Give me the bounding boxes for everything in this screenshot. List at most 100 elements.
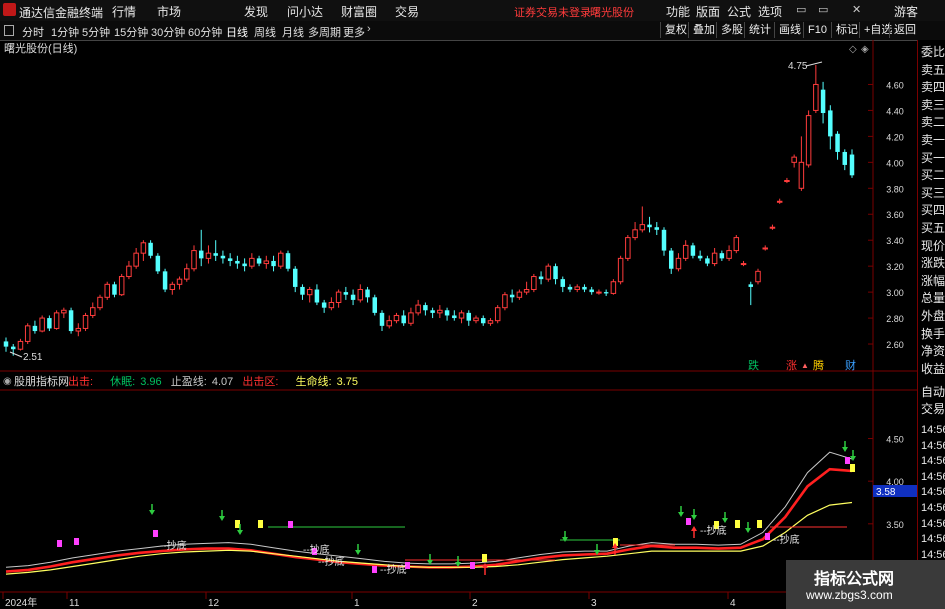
- candle-body-up: [798, 161, 805, 189]
- price-tick-label: 4.40: [886, 106, 904, 116]
- tab-30min[interactable]: 30分钟: [151, 24, 185, 40]
- low-price-arrow: [9, 351, 23, 358]
- side-field-2: 卖四: [921, 80, 945, 95]
- close-icon[interactable]: ✕: [852, 3, 861, 16]
- menu-item-xuanxiang[interactable]: 选项: [758, 3, 782, 20]
- watermark-title: 指标公式网: [814, 571, 895, 588]
- tab-more[interactable]: 更多: [343, 24, 365, 40]
- zoom-icon[interactable]: ◈: [861, 44, 869, 55]
- signal-block-yellow: [258, 520, 263, 528]
- tab-weekly[interactable]: 周线: [254, 24, 276, 40]
- candle-body-up: [306, 289, 313, 296]
- candle-body-up: [126, 265, 132, 278]
- tag-die: 跌: [748, 358, 759, 372]
- candle-body-down: [242, 263, 247, 267]
- sell-arrow-head: [237, 530, 243, 535]
- candle-body-up: [762, 247, 768, 250]
- menu-item-hangqing[interactable]: 行情: [112, 3, 136, 20]
- menu-item-banmian[interactable]: 版面: [696, 3, 720, 20]
- menu-item-caifuquan[interactable]: 财富圈: [341, 3, 377, 20]
- button-huaxian[interactable]: 画线: [774, 22, 805, 38]
- sell-arrow-head: [678, 512, 684, 517]
- menu-item-wenxiaoda[interactable]: 问小达: [287, 3, 323, 20]
- svg-text:出击: 休眠: 3.96 止盈线:: 出击: 休眠: 3.96 止盈线: 4.07 出击区: 生命线: 3.75: [68, 374, 358, 388]
- tab-60min[interactable]: 60分钟: [188, 24, 222, 40]
- side-auto-trade-0[interactable]: 自动: [921, 386, 945, 399]
- candle-body-up: [632, 229, 638, 239]
- tab-multi-period[interactable]: 多周期: [308, 24, 341, 40]
- indicator-xiumian-label: 休眠:: [110, 375, 135, 388]
- tab-1min[interactable]: 1分钟: [51, 24, 79, 40]
- candle-body-down: [365, 289, 370, 298]
- candle-body-down: [553, 266, 558, 280]
- panel-toggle-icon[interactable]: [4, 25, 14, 36]
- user-label[interactable]: 游客: [894, 3, 918, 20]
- side-field-0: 委比: [921, 45, 945, 59]
- candle-body-down: [68, 310, 74, 332]
- button-back[interactable]: 返回: [889, 22, 920, 38]
- candle-body-up: [711, 252, 718, 265]
- tab-daily[interactable]: 日线: [226, 24, 248, 40]
- tab-5min[interactable]: 5分钟: [82, 24, 110, 40]
- indicator-collapse-icon[interactable]: ◉: [3, 376, 12, 387]
- candle-body-up: [415, 304, 421, 314]
- signal-block-yellow: [482, 554, 487, 562]
- candle-body-up: [675, 257, 682, 270]
- candle-body-up: [408, 312, 414, 324]
- tab-monthly[interactable]: 月线: [282, 24, 304, 40]
- buy-arrow-head: [691, 526, 697, 531]
- main-chart-title: 曙光股份(日线): [4, 41, 77, 55]
- login-notice[interactable]: 证券交易未登录: [514, 4, 591, 20]
- candle-body-up: [249, 257, 255, 267]
- time-tick-3: 14:56: [921, 470, 945, 483]
- menu-item-faxian[interactable]: 发现: [244, 3, 268, 20]
- side-auto-trade-1[interactable]: 交易: [921, 403, 945, 416]
- quote-side-panel: 委比 卖五 卖四 卖三 卖二 卖一 买一 买二 买三 买四 买五 现价 涨跌 涨幅 总量 外盘 换手 净资 收益 自动…: [917, 40, 945, 609]
- menu-item-gongneng[interactable]: 功能: [666, 3, 690, 20]
- candle-body-down: [213, 253, 218, 256]
- candle-body-up: [176, 278, 183, 285]
- indicator-name: 股朋指标网: [14, 374, 69, 388]
- restore-icon[interactable]: ▭: [818, 3, 828, 16]
- candle-body-up: [494, 307, 501, 322]
- signal-block: [74, 538, 79, 545]
- side-field-8: 买三: [921, 185, 945, 200]
- candle-body-up: [784, 180, 790, 183]
- side-field-5: 卖一: [921, 133, 945, 147]
- candle-body-down: [748, 284, 754, 287]
- date-tick-label: 11: [69, 598, 80, 609]
- button-f10[interactable]: F10: [803, 22, 831, 38]
- signal-label-chaodi: --抄底: [318, 555, 345, 568]
- candle-body-up: [437, 309, 443, 314]
- candle-body-down: [835, 133, 840, 152]
- settings-diamond-icon[interactable]: ◇: [849, 44, 857, 55]
- chevron-right-icon[interactable]: ›: [367, 23, 371, 35]
- time-tick-6: 14:56: [921, 517, 945, 530]
- button-fuquan[interactable]: 复权: [660, 22, 691, 38]
- candle-body-down: [705, 258, 710, 264]
- menu-item-shichang[interactable]: 市场: [157, 3, 181, 20]
- button-tongji[interactable]: 统计: [744, 22, 775, 38]
- candle-body-up: [805, 115, 812, 166]
- price-tick-label: 4.00: [886, 158, 904, 168]
- menu-item-jiaoyi[interactable]: 交易: [395, 3, 419, 20]
- candle-body-up: [487, 320, 494, 324]
- tab-15min[interactable]: 15分钟: [114, 24, 148, 40]
- chart-canvas[interactable]: 2.60 2.80 3.00 3.20 3.40 3.60 3.80 4.00 4.20 4.40…: [0, 40, 917, 609]
- candle-body-up: [17, 340, 24, 350]
- button-diejia[interactable]: 叠加: [688, 22, 719, 38]
- button-biaoji[interactable]: 标记: [831, 22, 862, 38]
- candle-body-up: [791, 156, 797, 163]
- minimize-icon[interactable]: ▭: [796, 3, 806, 16]
- side-field-4: 卖二: [921, 115, 945, 130]
- tab-fenshi[interactable]: 分时: [22, 24, 44, 40]
- candle-body-down: [466, 312, 472, 321]
- candle-body-up: [82, 314, 89, 329]
- watermark-url: www.zbgs3.com: [806, 588, 893, 602]
- candle-body-down: [314, 289, 320, 303]
- signal-block: [57, 540, 62, 547]
- menu-item-gongshi[interactable]: 公式: [727, 3, 751, 20]
- button-duogu[interactable]: 多股: [716, 22, 747, 38]
- candle-body-down: [538, 276, 544, 280]
- candle-body-up: [769, 226, 776, 229]
